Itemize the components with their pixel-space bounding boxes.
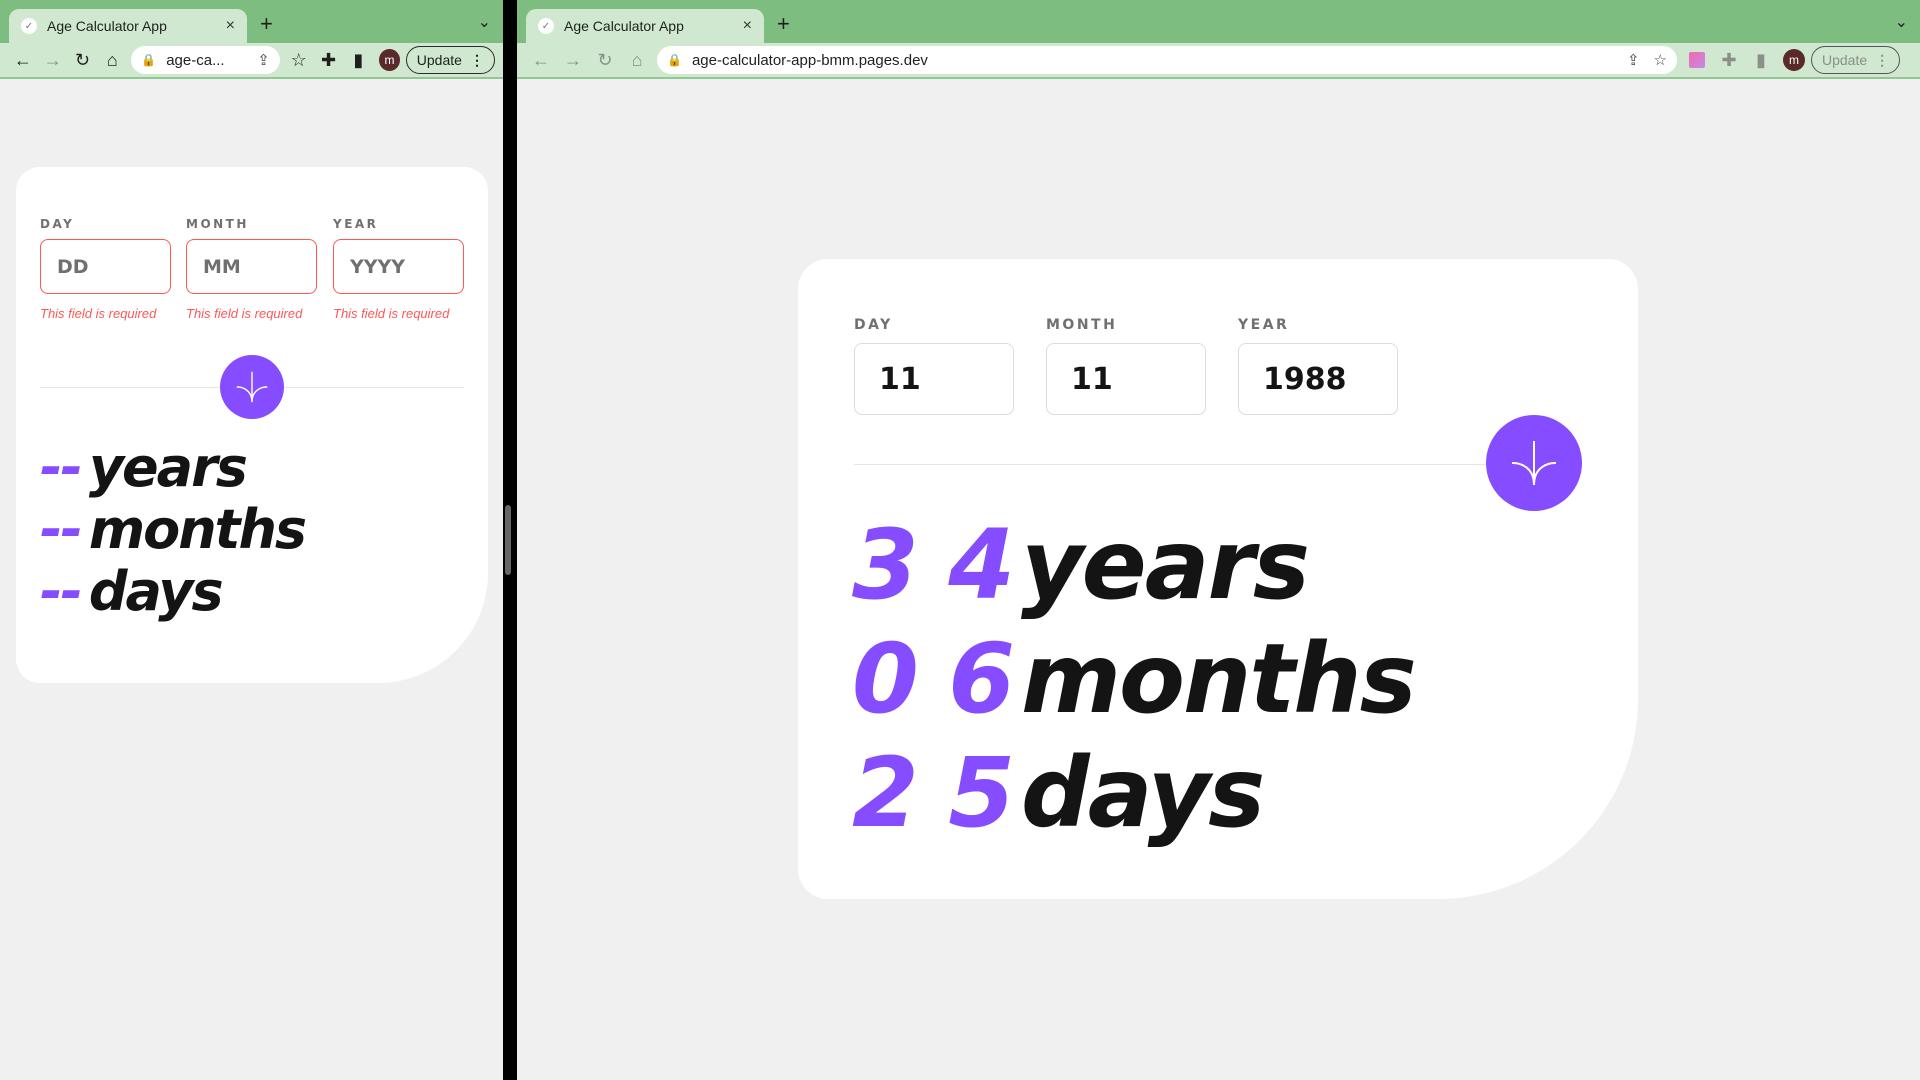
- close-icon[interactable]: ×: [743, 17, 752, 35]
- arrow-down-icon: [1511, 441, 1557, 485]
- years-number: --: [40, 436, 83, 499]
- toolbar: ← → ↻ ⌂ 🔒 age-ca... ⇪ ☆ ✚ ▮ m Update ⋮: [0, 43, 503, 79]
- day-error: This field is required: [40, 306, 157, 321]
- tab-age-calculator[interactable]: ✓ Age Calculator App ×: [526, 9, 764, 43]
- close-icon[interactable]: ×: [226, 17, 235, 35]
- address-bar[interactable]: 🔒 age-calculator-app-bmm.pages.dev ⇪ ☆: [657, 46, 1677, 74]
- tab-bar: ✓ Age Calculator App × + ⌄: [0, 0, 503, 43]
- submit-button[interactable]: [220, 355, 284, 419]
- day-label: DAY: [40, 217, 75, 231]
- months-text: months: [1021, 623, 1417, 735]
- home-icon[interactable]: ⌂: [621, 45, 653, 75]
- days-number: --: [40, 560, 83, 623]
- favicon-icon: ✓: [538, 18, 554, 34]
- months-number: 0 6: [852, 623, 1015, 735]
- year-placeholder: YYYY: [350, 255, 406, 278]
- url-text: age-ca...: [166, 51, 225, 69]
- avatar[interactable]: m: [379, 49, 400, 71]
- back-icon[interactable]: ←: [8, 45, 38, 75]
- year-input[interactable]: 1988: [1238, 343, 1398, 415]
- years-text: years: [1021, 509, 1310, 621]
- result-days: -- days: [40, 560, 224, 623]
- extensions-icon[interactable]: ✚: [1713, 45, 1745, 75]
- new-tab-button[interactable]: +: [260, 11, 273, 37]
- day-input[interactable]: DD: [40, 239, 171, 294]
- update-label: Update: [416, 52, 462, 68]
- calculator-card: DAY MONTH YEAR DD MM YYYY This field is …: [16, 167, 488, 683]
- toolbar: ← → ↻ ⌂ 🔒 age-calculator-app-bmm.pages.d…: [517, 43, 1920, 79]
- day-label: DAY: [854, 317, 893, 333]
- new-tab-button[interactable]: +: [777, 11, 790, 37]
- extension-color-icon[interactable]: [1681, 45, 1713, 75]
- month-label: MONTH: [186, 217, 249, 231]
- sidepanel-icon[interactable]: ▮: [1745, 45, 1777, 75]
- calculator-card: DAY MONTH YEAR 11 11 1988 3 4years 0 6mo…: [798, 259, 1638, 899]
- chevron-down-icon[interactable]: ⌄: [478, 12, 491, 32]
- tab-title: Age Calculator App: [564, 18, 684, 34]
- month-input[interactable]: MM: [186, 239, 317, 294]
- year-error: This field is required: [333, 306, 450, 321]
- days-text: days: [88, 560, 224, 623]
- tab-age-calculator[interactable]: ✓ Age Calculator App ×: [9, 9, 247, 43]
- sidepanel-icon[interactable]: ▮: [343, 45, 373, 75]
- update-button[interactable]: Update ⋮: [405, 46, 495, 74]
- menu-icon: ⋮: [1875, 51, 1890, 68]
- split-view-handle[interactable]: [505, 505, 511, 575]
- year-input[interactable]: YYYY: [333, 239, 464, 294]
- lock-icon: 🔒: [141, 53, 157, 67]
- day-input[interactable]: 11: [854, 343, 1014, 415]
- month-input[interactable]: 11: [1046, 343, 1206, 415]
- result-years: -- years: [40, 436, 248, 499]
- submit-button[interactable]: [1486, 415, 1582, 511]
- address-bar[interactable]: 🔒 age-ca... ⇪: [131, 46, 280, 74]
- forward-icon[interactable]: →: [557, 45, 589, 75]
- home-icon[interactable]: ⌂: [97, 45, 127, 75]
- days-number: 2 5: [852, 737, 1015, 849]
- result-months: 0 6months: [852, 623, 1417, 735]
- years-text: years: [88, 436, 248, 499]
- reload-icon[interactable]: ↻: [589, 45, 621, 75]
- share-icon[interactable]: ⇪: [1627, 51, 1640, 69]
- month-placeholder: MM: [203, 255, 241, 278]
- forward-icon[interactable]: →: [38, 45, 68, 75]
- reload-icon[interactable]: ↻: [68, 45, 98, 75]
- days-text: days: [1021, 737, 1265, 849]
- month-error: This field is required: [186, 306, 303, 321]
- tab-title: Age Calculator App: [47, 18, 167, 34]
- share-icon[interactable]: ⇪: [257, 51, 270, 69]
- star-icon[interactable]: ☆: [284, 45, 314, 75]
- result-days: 2 5days: [852, 737, 1265, 849]
- years-number: 3 4: [852, 509, 1015, 621]
- favicon-icon: ✓: [21, 18, 37, 34]
- result-months: -- months: [40, 498, 307, 561]
- star-icon[interactable]: ☆: [1654, 51, 1667, 69]
- update-label: Update: [1822, 52, 1868, 68]
- divider-line: [854, 464, 1582, 465]
- day-placeholder: DD: [57, 255, 89, 278]
- months-text: months: [88, 498, 307, 561]
- chevron-down-icon[interactable]: ⌄: [1895, 12, 1908, 32]
- arrow-down-icon: [236, 371, 268, 403]
- avatar[interactable]: m: [1783, 49, 1805, 71]
- browser-window-right: ✓ Age Calculator App × + ⌄ ← → ↻ ⌂ 🔒 age…: [517, 0, 1920, 1080]
- browser-window-left: ✓ Age Calculator App × + ⌄ ← → ↻ ⌂ 🔒 age…: [0, 0, 503, 1080]
- back-icon[interactable]: ←: [525, 45, 557, 75]
- update-button[interactable]: Update ⋮: [1811, 46, 1901, 74]
- menu-icon: ⋮: [469, 51, 484, 68]
- months-number: --: [40, 498, 83, 561]
- year-label: YEAR: [1238, 317, 1290, 333]
- tab-bar: ✓ Age Calculator App × + ⌄: [517, 0, 1920, 43]
- result-years: 3 4years: [852, 509, 1310, 621]
- extensions-icon[interactable]: ✚: [314, 45, 344, 75]
- lock-icon: 🔒: [667, 53, 682, 67]
- month-label: MONTH: [1046, 317, 1118, 333]
- year-label: YEAR: [333, 217, 379, 231]
- url-text: age-calculator-app-bmm.pages.dev: [691, 51, 928, 69]
